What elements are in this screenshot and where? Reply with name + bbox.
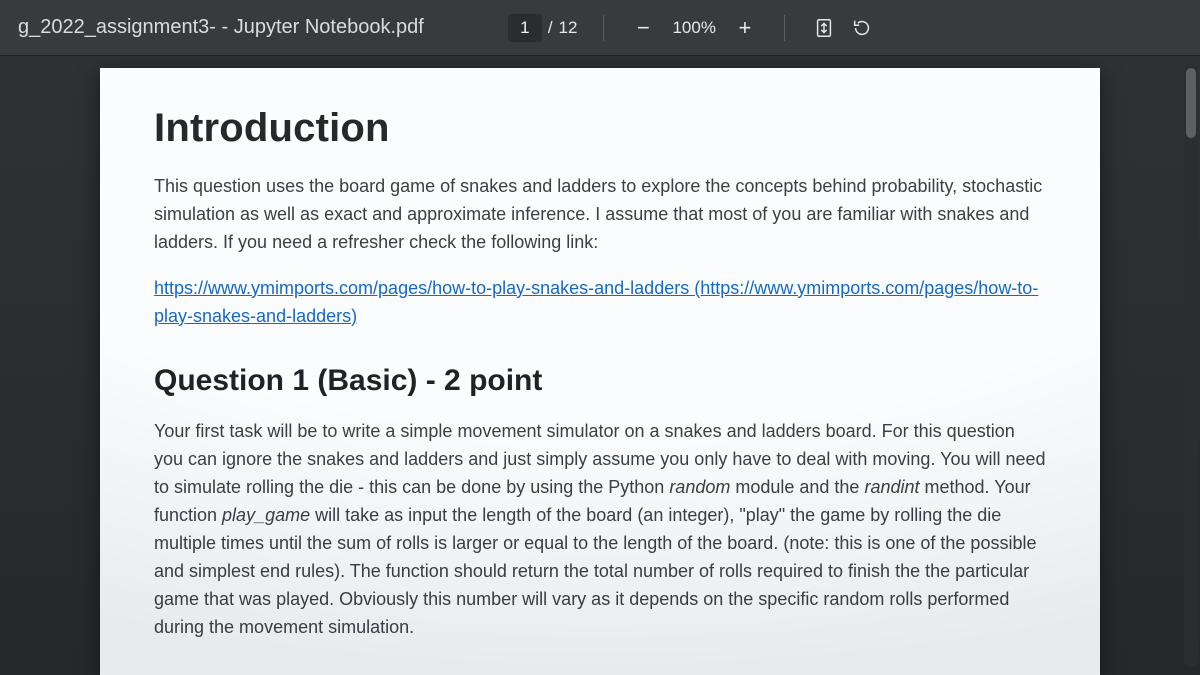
rotate-button[interactable] (849, 15, 875, 41)
toolbar-separator (784, 15, 785, 41)
zoom-controls: − 100% + (630, 17, 757, 39)
q1-text-b: module and the (730, 477, 864, 497)
vertical-scrollbar[interactable] (1184, 64, 1198, 667)
page-indicator: 1 / 12 (508, 14, 578, 42)
code-randint: randint (864, 477, 919, 497)
how-to-play-link[interactable]: https://www.ymimports.com/pages/how-to-p… (154, 278, 1038, 326)
document-title: g_2022_assignment3- - Jupyter Notebook.p… (18, 16, 424, 39)
code-play-game: play_game (222, 505, 310, 525)
link-paragraph: https://www.ymimports.com/pages/how-to-p… (154, 275, 1046, 331)
heading-question-1: Question 1 (Basic) - 2 point (154, 364, 1046, 398)
fit-page-icon (813, 17, 835, 39)
page-current-input[interactable]: 1 (508, 14, 542, 42)
pdf-page: Introduction This question uses the boar… (100, 68, 1100, 675)
scrollbar-thumb[interactable] (1186, 68, 1196, 138)
intro-paragraph: This question uses the board game of sna… (154, 173, 1046, 257)
zoom-in-button[interactable]: + (732, 17, 758, 39)
page-total: 12 (559, 18, 578, 38)
toolbar-separator (603, 15, 604, 41)
zoom-out-button[interactable]: − (630, 17, 656, 39)
pdf-viewport[interactable]: Introduction This question uses the boar… (0, 56, 1200, 675)
code-random: random (669, 477, 730, 497)
zoom-level: 100% (672, 18, 715, 38)
rotate-ccw-icon (851, 17, 873, 39)
question-1-paragraph: Your first task will be to write a simpl… (154, 418, 1046, 641)
pdf-toolbar: g_2022_assignment3- - Jupyter Notebook.p… (0, 0, 1200, 56)
page-sep: / (548, 18, 553, 38)
heading-introduction: Introduction (154, 106, 1046, 151)
fit-to-page-button[interactable] (811, 15, 837, 41)
